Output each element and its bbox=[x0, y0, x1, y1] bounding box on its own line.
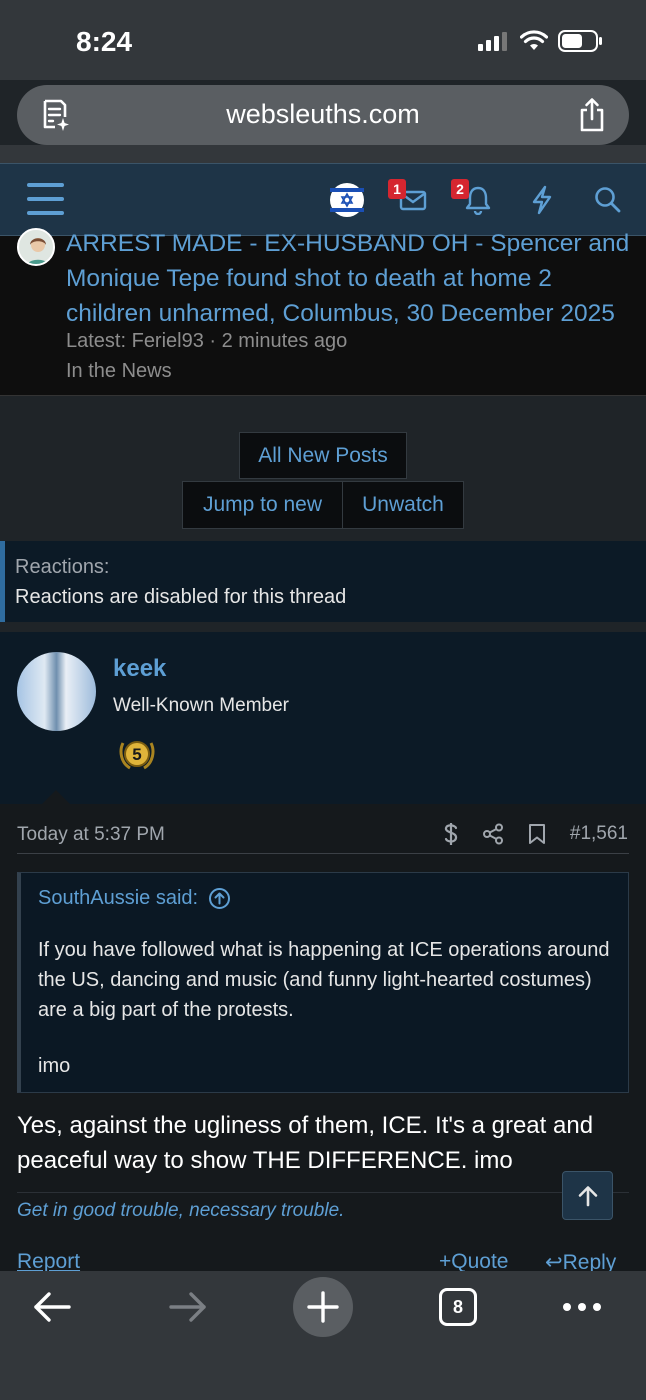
post-actions: #1,561 bbox=[444, 822, 628, 846]
status-bar: 8:24 bbox=[0, 0, 646, 80]
post-pointer bbox=[42, 790, 70, 804]
signature: Get in good trouble, necessary trouble. bbox=[17, 1200, 345, 1221]
reactions-notice bbox=[0, 541, 646, 622]
user-avatar[interactable] bbox=[17, 652, 96, 731]
status-time: 8:24 bbox=[76, 26, 133, 57]
post-username[interactable]: keek bbox=[113, 655, 166, 683]
lightning-icon[interactable] bbox=[530, 185, 554, 215]
scroll-to-top-button[interactable] bbox=[562, 1171, 613, 1220]
status-icons bbox=[478, 30, 604, 52]
post-message: Yes, against the ugliness of them, ICE. … bbox=[17, 1112, 594, 1174]
post-number[interactable]: #1,561 bbox=[570, 823, 628, 845]
cellular-signal-icon bbox=[478, 32, 507, 51]
search-icon[interactable] bbox=[594, 186, 622, 214]
arrow-up-icon bbox=[578, 1186, 598, 1207]
post-user-header bbox=[0, 632, 646, 804]
battery-icon bbox=[558, 30, 602, 52]
jump-to-new-button[interactable]: Jump to new bbox=[182, 481, 343, 529]
share-post-icon[interactable] bbox=[482, 823, 504, 845]
reactions-text: Reactions are disabled for this thread bbox=[15, 586, 347, 608]
quote-header[interactable]: SouthAussie said: bbox=[38, 887, 231, 910]
israel-flag-icon[interactable] bbox=[329, 182, 365, 218]
news-forum[interactable]: In the News bbox=[66, 360, 172, 383]
quote-link-label: Quote bbox=[451, 1250, 509, 1273]
forward-arrow-icon[interactable] bbox=[168, 1290, 208, 1324]
arrow-up-circle-icon[interactable] bbox=[208, 887, 231, 910]
reactions-label: Reactions: bbox=[15, 556, 110, 578]
hamburger-menu-icon[interactable] bbox=[27, 182, 64, 216]
share-icon[interactable] bbox=[577, 97, 607, 133]
new-tab-icon[interactable] bbox=[293, 1277, 353, 1337]
url-text[interactable]: websleuths.com bbox=[17, 99, 629, 130]
all-new-posts-button[interactable]: All New Posts bbox=[239, 432, 407, 479]
news-latest: Latest: Feriel93 · 2 minutes ago bbox=[66, 330, 348, 352]
signature-divider bbox=[17, 1192, 629, 1193]
inbox-badge: 1 bbox=[388, 179, 406, 199]
divider bbox=[17, 853, 629, 854]
address-bar[interactable]: websleuths.com bbox=[17, 85, 629, 145]
post-date[interactable]: Today at 5:37 PM bbox=[17, 824, 165, 846]
quote-imo: imo bbox=[38, 1055, 71, 1077]
user-title: Well-Known Member bbox=[113, 695, 289, 716]
quote-text: If you have followed what is happening a… bbox=[38, 939, 610, 1021]
dollar-icon[interactable] bbox=[444, 822, 458, 846]
trophy-medal-icon: 5 bbox=[119, 741, 155, 770]
news-avatar bbox=[17, 228, 55, 266]
browser-chrome-gap bbox=[0, 145, 646, 163]
more-options-icon[interactable] bbox=[562, 1301, 602, 1313]
bookmark-icon[interactable] bbox=[528, 823, 546, 845]
quote-author[interactable]: SouthAussie said: bbox=[38, 887, 198, 910]
tabs-button[interactable]: 8 bbox=[439, 1288, 477, 1326]
medal-number: 5 bbox=[132, 745, 141, 764]
unwatch-button[interactable]: Unwatch bbox=[342, 481, 464, 529]
news-thread-title[interactable]: ARREST MADE - EX-HUSBAND OH - Spencer an… bbox=[66, 226, 636, 331]
wifi-icon bbox=[520, 30, 548, 50]
alerts-badge: 2 bbox=[451, 179, 469, 199]
back-arrow-icon[interactable] bbox=[32, 1290, 72, 1324]
